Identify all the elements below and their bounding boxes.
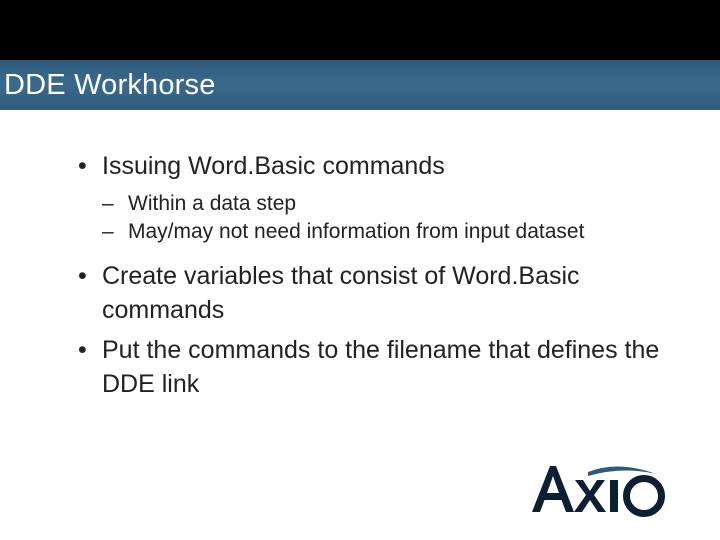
top-black-band — [0, 0, 720, 60]
slide: DDE Workhorse Issuing Word.Basic command… — [0, 0, 720, 540]
bullet-level2: Within a data step — [102, 190, 660, 218]
title-band: DDE Workhorse — [0, 60, 720, 110]
bullet-level1: Create variables that consist of Word.Ba… — [78, 260, 660, 328]
bullet-level1: Put the commands to the filename that de… — [78, 334, 660, 402]
slide-title: DDE Workhorse — [4, 69, 216, 102]
bullet-level1: Issuing Word.Basic commands — [78, 150, 660, 184]
bullet-sub-group: Within a data step May/may not need info… — [102, 190, 660, 247]
slide-body: Issuing Word.Basic commands Within a dat… — [0, 110, 720, 401]
axio-logo — [528, 462, 680, 518]
bullet-level2: May/may not need information from input … — [102, 218, 660, 246]
